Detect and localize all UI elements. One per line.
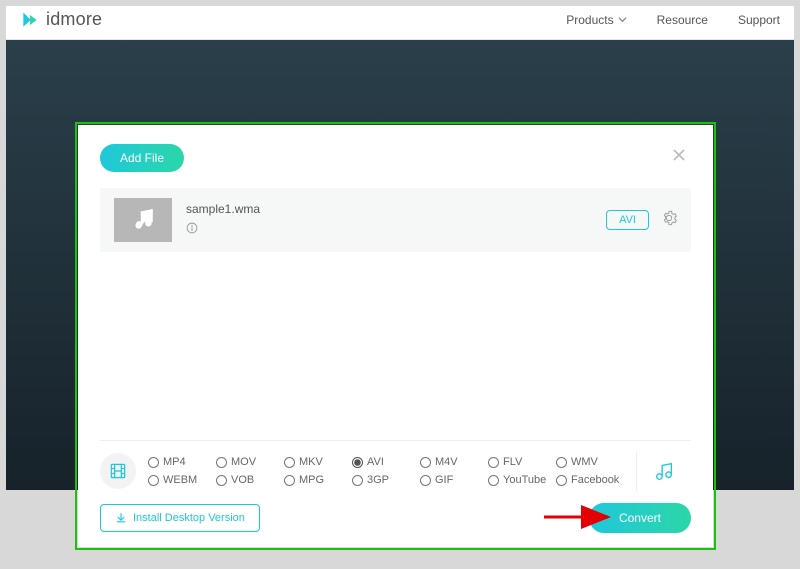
download-icon (115, 512, 127, 524)
format-label: WMV (571, 456, 598, 468)
format-label: Facebook (571, 474, 619, 486)
format-label: GIF (435, 474, 453, 486)
format-label: VOB (231, 474, 254, 486)
format-radio[interactable] (148, 475, 159, 486)
video-formats-icon[interactable] (100, 453, 136, 489)
close-icon[interactable] (667, 143, 691, 172)
format-option-flv[interactable]: FLV (488, 456, 556, 468)
format-option-m4v[interactable]: M4V (420, 456, 488, 468)
file-row: sample1.wma AVI (100, 188, 691, 252)
logo-icon (20, 10, 40, 30)
format-radio[interactable] (216, 475, 227, 486)
add-file-button[interactable]: Add File (100, 144, 184, 172)
format-radio[interactable] (216, 457, 227, 468)
format-radio[interactable] (556, 457, 567, 468)
format-radio[interactable] (488, 457, 499, 468)
audio-formats-icon[interactable] (636, 451, 675, 491)
format-radio[interactable] (556, 475, 567, 486)
modal-header: Add File (100, 143, 691, 172)
format-option-mkv[interactable]: MKV (284, 456, 352, 468)
formats-section: MP4 MOV MKV AVI M4V FLV WMV WEBM VOB MPG 3GP GIF You… (100, 440, 691, 491)
info-icon[interactable] (186, 221, 260, 239)
format-option-gif[interactable]: GIF (420, 474, 488, 486)
format-radio[interactable] (148, 457, 159, 468)
format-label: MPG (299, 474, 324, 486)
format-option-3gp[interactable]: 3GP (352, 474, 420, 486)
format-option-vob[interactable]: VOB (216, 474, 284, 486)
format-label: 3GP (367, 474, 389, 486)
install-desktop-button[interactable]: Install Desktop Version (100, 504, 260, 532)
format-label: AVI (367, 456, 384, 468)
format-radio[interactable] (352, 457, 363, 468)
format-label: M4V (435, 456, 458, 468)
chevron-down-icon (618, 15, 627, 24)
format-radio[interactable] (284, 457, 295, 468)
music-icon (653, 460, 675, 482)
gear-icon[interactable] (661, 210, 677, 231)
converter-modal: Add File sample1.wma AVI (78, 125, 713, 547)
format-label: FLV (503, 456, 522, 468)
brand-logo[interactable]: idmore (20, 9, 102, 30)
format-radio[interactable] (284, 475, 295, 486)
convert-button[interactable]: Convert (589, 503, 691, 533)
format-label: MKV (299, 456, 323, 468)
music-note-icon (130, 207, 156, 233)
nav-products-label: Products (566, 13, 613, 27)
format-option-mov[interactable]: MOV (216, 456, 284, 468)
top-nav-bar: idmore Products Resource Support (0, 0, 800, 40)
format-radio[interactable] (420, 475, 431, 486)
file-info: sample1.wma (186, 202, 260, 239)
output-format-badge[interactable]: AVI (606, 210, 649, 230)
format-label: WEBM (163, 474, 197, 486)
file-actions: AVI (606, 210, 677, 231)
spacer (100, 252, 691, 440)
format-option-facebook[interactable]: Facebook (556, 474, 624, 486)
nav-products[interactable]: Products (566, 13, 626, 27)
install-desktop-label: Install Desktop Version (133, 512, 245, 524)
nav-links: Products Resource Support (566, 13, 780, 27)
file-thumbnail (114, 198, 172, 242)
format-label: YouTube (503, 474, 546, 486)
format-option-mpg[interactable]: MPG (284, 474, 352, 486)
formats-grid: MP4 MOV MKV AVI M4V FLV WMV WEBM VOB MPG 3GP GIF You… (148, 456, 624, 486)
format-radio[interactable] (352, 475, 363, 486)
format-label: MOV (231, 456, 256, 468)
film-icon (108, 461, 128, 481)
modal-footer: Install Desktop Version Convert (100, 503, 691, 533)
format-option-mp4[interactable]: MP4 (148, 456, 216, 468)
nav-support[interactable]: Support (738, 13, 780, 27)
format-option-webm[interactable]: WEBM (148, 474, 216, 486)
brand-name: idmore (46, 9, 102, 30)
format-option-avi[interactable]: AVI (352, 456, 420, 468)
file-name: sample1.wma (186, 202, 260, 216)
format-label: MP4 (163, 456, 186, 468)
format-radio[interactable] (488, 475, 499, 486)
format-radio[interactable] (420, 457, 431, 468)
format-option-wmv[interactable]: WMV (556, 456, 624, 468)
nav-resource[interactable]: Resource (657, 13, 708, 27)
format-option-youtube[interactable]: YouTube (488, 474, 556, 486)
